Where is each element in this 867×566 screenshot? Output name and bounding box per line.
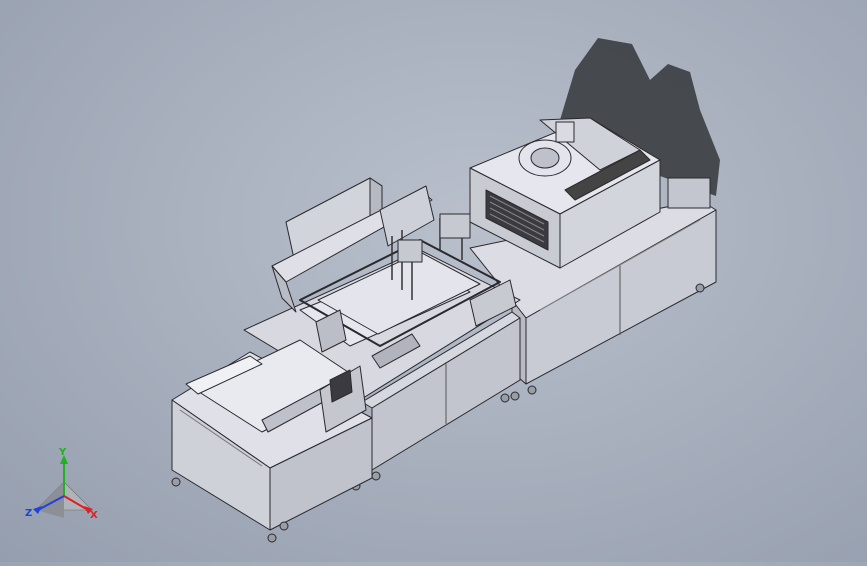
x-axis-label: X (90, 510, 98, 521)
graphics-viewport[interactable]: Y X Z (0, 0, 867, 562)
triad-graphic: Y X Z (25, 447, 98, 521)
y-axis-label: Y (58, 448, 67, 458)
z-axis-label: Z (25, 508, 32, 519)
triad-shade (36, 482, 64, 518)
machine-3d-model[interactable] (0, 0, 867, 562)
orientation-triad[interactable]: Y X Z (22, 447, 106, 524)
